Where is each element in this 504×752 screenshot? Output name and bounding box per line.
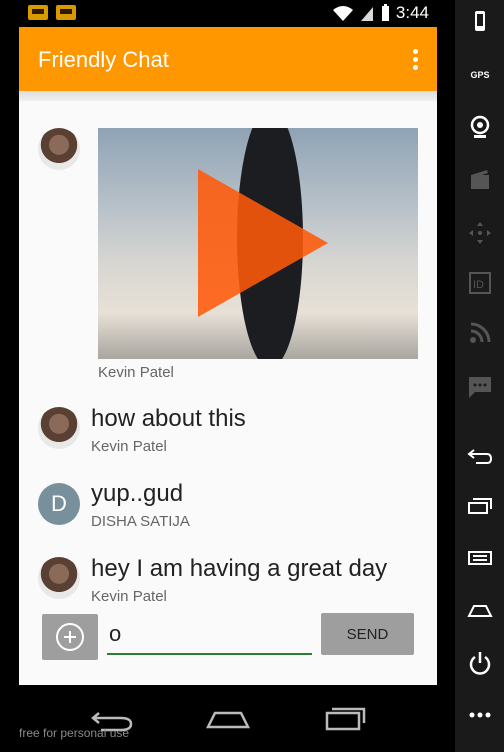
status-bar: 3:44 [19,0,437,26]
message-sender: Kevin Patel [91,438,167,455]
message-list[interactable]: Kevin Patel how about this Kevin Patel D… [19,91,437,685]
notification-icon [28,5,48,20]
play-icon[interactable] [198,169,328,317]
emulator-side-panel: GPS ID [455,0,504,752]
gps-icon[interactable]: GPS [467,62,493,88]
recent-apps-icon[interactable] [467,494,493,520]
svg-text:ID: ID [473,279,484,291]
avatar [38,557,80,599]
signal-icon [360,7,373,21]
app-bar-shadow [19,91,437,101]
notification-icon [56,5,76,20]
status-indicators: 3:44 [332,3,429,23]
home-icon[interactable] [467,598,493,624]
video-message-thumbnail[interactable] [98,128,418,359]
send-button[interactable]: SEND [321,613,414,655]
video-icon[interactable] [467,167,493,193]
more-icon[interactable] [467,702,493,728]
message-text: how about this [91,405,246,432]
app-title: Friendly Chat [38,47,169,72]
camera-icon[interactable] [467,114,493,140]
power-icon[interactable] [467,650,493,676]
back-icon[interactable] [467,441,493,467]
message-sender: Kevin Patel [98,364,174,381]
menu-icon[interactable] [467,546,493,572]
avatar [38,407,80,449]
id-icon[interactable]: ID [467,270,493,296]
message-text: yup..gud [91,480,184,507]
message-sender: DISHA SATIJA [91,513,190,530]
navigation-bar [19,685,437,752]
add-image-button[interactable] [42,614,98,660]
rss-icon[interactable] [467,320,493,346]
message-input[interactable] [107,615,312,655]
dpad-icon[interactable] [467,220,493,246]
overflow-menu-icon[interactable] [409,49,421,71]
add-circle-icon [56,623,84,651]
message-text: hey I am having a great day [91,555,388,582]
home-icon[interactable] [205,703,251,733]
avatar [38,128,80,170]
recent-apps-icon[interactable] [322,703,368,733]
power-icon[interactable] [467,8,493,34]
clock: 3:44 [395,3,429,22]
watermark: free for personal use [19,726,130,740]
avatar: D [38,483,80,525]
emulator-screen: 3:44 Friendly Chat Kevin Patel how about… [0,0,504,752]
battery-icon [381,4,389,21]
sms-icon[interactable] [467,374,493,400]
app-bar: Friendly Chat [19,27,437,91]
wifi-icon [332,6,353,21]
message-sender: Kevin Patel [91,588,167,605]
